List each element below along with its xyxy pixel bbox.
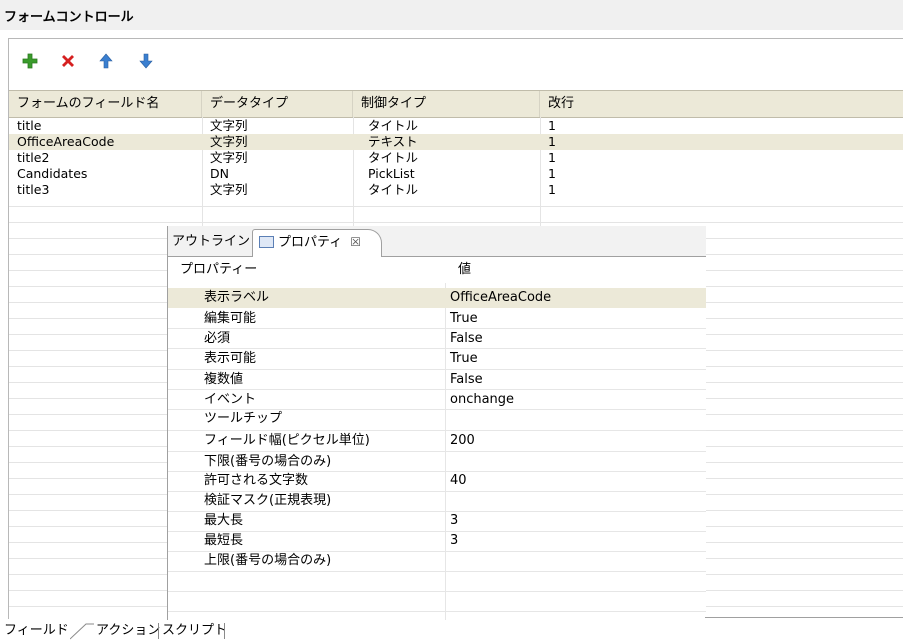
properties-tab-bar: アウトライン プロパティ ☒ [168,226,706,257]
property-row[interactable]: 表示可能 True [168,349,706,369]
property-name: 上限(番号の場合のみ) [204,553,332,568]
property-row[interactable]: 上限(番号の場合のみ) [168,551,706,571]
tab-outline[interactable]: アウトライン [172,230,250,256]
property-name: 編集可能 [204,311,257,326]
tab-properties[interactable]: プロパティ ☒ [252,229,382,257]
move-down-icon[interactable] [137,52,155,70]
cell-datatype: 文字列 [210,150,248,165]
cell-control: PickList [368,166,415,181]
property-row[interactable]: 最短長 3 [168,531,706,551]
add-icon[interactable] [21,52,39,70]
bottom-tab-bar: フィールド アクション スクリプト [0,620,903,641]
table-row[interactable]: title2 文字列 タイトル 1 [9,150,903,166]
table-row[interactable]: title3 文字列 タイトル 1 [9,182,903,198]
tab-outline-label: アウトライン [172,234,251,249]
tab-properties-label: プロパティ [278,235,343,250]
property-value[interactable]: 40 [450,471,467,491]
property-row[interactable]: ツールチップ [168,409,706,429]
property-row[interactable]: 下限(番号の場合のみ) [168,452,706,472]
property-column-header[interactable]: プロパティー [180,257,257,283]
property-name: 表示可能 [204,351,257,366]
move-up-icon[interactable] [97,52,115,70]
property-value[interactable]: 200 [450,431,475,451]
column-header-field-name[interactable]: フォームのフィールド名 [9,91,202,117]
table-row[interactable]: title 文字列 タイトル 1 [9,118,903,134]
tab-fields[interactable]: フィールド [4,622,69,640]
cell-linebreak: 1 [548,150,556,165]
property-row[interactable]: 必須 False [168,329,706,349]
column-header-control[interactable]: 制御タイプ [353,91,540,117]
property-name: 最短長 [204,533,244,548]
tab-separator [158,623,159,639]
cell-name: Candidates [17,166,88,181]
property-name: イベント [204,392,257,407]
value-column-header[interactable]: 値 [458,257,471,283]
tab-separator [224,623,225,639]
property-value[interactable]: OfficeAreaCode [450,288,551,308]
cell-control: テキスト [368,134,418,149]
cell-linebreak: 1 [548,134,556,149]
tab-scripts[interactable]: スクリプト [162,622,227,640]
property-name: 表示ラベル [204,290,270,305]
cell-name: title [17,118,42,133]
cell-control: タイトル [368,150,419,165]
cell-linebreak: 1 [548,118,556,133]
property-name: フィールド幅(ピクセル単位) [204,433,370,448]
property-name: 検証マスク(正規表現) [204,493,332,508]
title-bar: フォームコントロール [0,0,903,30]
properties-view: アウトライン プロパティ ☒ プロパティー 値 表示ラベル OfficeAreaC… [167,226,706,626]
property-row[interactable]: 複数値 False [168,370,706,390]
table-row[interactable]: Candidates DN PickList 1 [9,166,903,182]
property-row[interactable]: 編集可能 True [168,309,706,329]
delete-icon[interactable] [59,52,77,70]
cell-name: title3 [17,182,50,197]
property-row[interactable]: 最大長 3 [168,511,706,531]
property-row[interactable]: 許可される文字数 40 [168,471,706,491]
column-header-datatype[interactable]: データタイプ [202,91,353,117]
cell-control: タイトル [368,182,419,197]
cell-linebreak: 1 [548,182,556,197]
cell-name: OfficeAreaCode [17,134,115,149]
property-row[interactable]: 表示ラベル OfficeAreaCode [168,288,706,308]
property-name: ツールチップ [204,411,283,426]
tab-separator [70,623,94,640]
property-name: 必須 [204,331,231,346]
property-value[interactable]: False [450,370,483,390]
grid-header: フォームのフィールド名 データタイプ 制御タイプ 改行 [9,90,903,118]
property-name: 許可される文字数 [204,473,309,488]
property-value[interactable]: onchange [450,390,514,410]
cell-name: title2 [17,150,50,165]
cell-datatype: 文字列 [210,118,248,133]
property-row[interactable]: イベント onchange [168,390,706,410]
table-row[interactable]: OfficeAreaCode 文字列 テキスト 1 [9,134,903,150]
property-name: 複数値 [204,372,244,387]
cell-datatype: 文字列 [210,134,248,149]
property-value[interactable]: False [450,329,483,349]
property-value[interactable]: True [450,309,478,329]
cell-datatype: DN [210,166,229,181]
properties-header: プロパティー 値 [168,257,706,283]
cell-datatype: 文字列 [210,182,248,197]
property-value[interactable]: 3 [450,531,458,551]
cell-control: タイトル [368,118,419,133]
properties-icon [259,235,274,248]
tab-actions[interactable]: アクション [96,622,160,640]
cell-linebreak: 1 [548,166,556,181]
property-name: 最大長 [204,513,244,528]
column-header-linebreak[interactable]: 改行 [540,91,903,117]
toolbar [9,39,903,89]
close-icon[interactable]: ☒ [350,235,361,249]
property-value[interactable]: 3 [450,511,458,531]
window-title: フォームコントロール [4,10,134,25]
property-row[interactable]: 検証マスク(正規表現) [168,491,706,511]
property-value[interactable]: True [450,349,478,369]
property-row[interactable]: フィールド幅(ピクセル単位) 200 [168,431,706,451]
property-name: 下限(番号の場合のみ) [204,454,332,469]
